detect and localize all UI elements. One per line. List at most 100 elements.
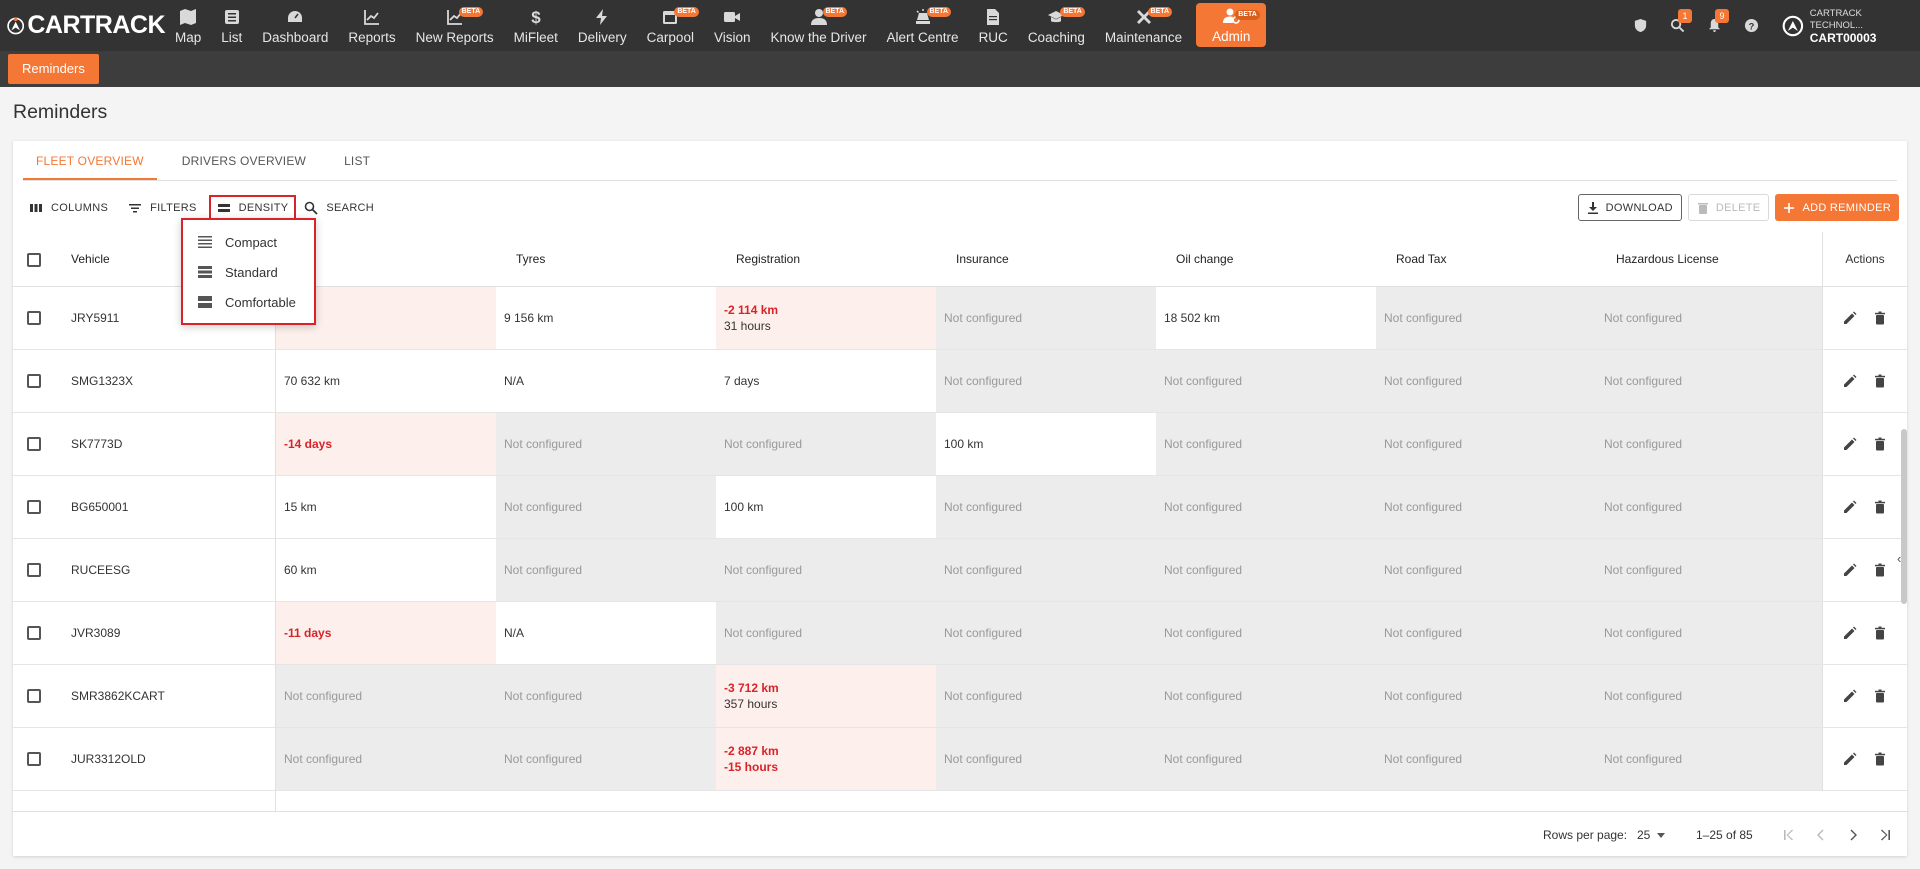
table-cell: Not configured — [496, 539, 716, 601]
trash-icon[interactable] — [1873, 311, 1887, 325]
shield-button[interactable] — [1622, 0, 1659, 51]
search-button[interactable]: SEARCH — [298, 197, 380, 219]
filters-button[interactable]: FILTERS — [122, 197, 203, 219]
cell-value: -2 887 km — [724, 744, 779, 758]
first-page-button[interactable] — [1773, 819, 1805, 851]
notifications-badge: 9 — [1715, 9, 1729, 23]
row-checkbox[interactable] — [27, 500, 41, 514]
download-button[interactable]: DOWNLOAD — [1577, 194, 1682, 221]
trash-icon[interactable] — [1873, 689, 1887, 703]
nav-item-mifleet[interactable]: $ MiFleet — [504, 0, 568, 51]
select-all-checkbox[interactable] — [27, 253, 41, 267]
column-header[interactable]: Oil change — [1168, 232, 1388, 287]
trash-icon[interactable] — [1873, 752, 1887, 766]
edit-icon[interactable] — [1843, 563, 1857, 577]
nav-item-list[interactable]: List — [211, 0, 252, 51]
prev-page-button[interactable] — [1805, 819, 1837, 851]
edit-icon[interactable] — [1843, 752, 1857, 766]
beta-badge: BETA — [1147, 7, 1173, 17]
search-badge: 1 — [1678, 9, 1692, 23]
account-menu[interactable]: CARTRACK TECHNOL... CART00003 — [1782, 8, 1900, 44]
trash-icon[interactable] — [1873, 626, 1887, 640]
column-header[interactable]: e↑ — [288, 232, 508, 287]
edit-icon[interactable] — [1843, 311, 1857, 325]
table-cell: Not configured — [496, 665, 716, 727]
row-checkbox[interactable] — [27, 752, 41, 766]
document-icon — [983, 7, 1003, 27]
density-option-standard[interactable]: Standard — [183, 257, 314, 287]
table-row[interactable]: RUCEESG 60 km Not configured Not configured… — [13, 539, 1907, 602]
edit-icon[interactable] — [1843, 437, 1857, 451]
trash-icon[interactable] — [1873, 437, 1887, 451]
nav-item-coaching[interactable]: Coaching BETA — [1018, 0, 1095, 51]
nav-item-know-the-driver[interactable]: Know the Driver BETA — [760, 0, 876, 51]
table-cell: Not configured — [496, 413, 716, 475]
edit-icon[interactable] — [1843, 689, 1857, 703]
column-header[interactable]: Insurance — [948, 232, 1168, 287]
nav-item-ruc[interactable]: RUC — [969, 0, 1018, 51]
nav-item-map[interactable]: Map — [165, 0, 211, 51]
table-cell: Not configured — [716, 539, 936, 601]
notifications-button[interactable]: 9 — [1696, 0, 1733, 51]
search-alert-button[interactable]: 1 — [1659, 0, 1696, 51]
trash-icon[interactable] — [1873, 563, 1887, 577]
row-checkbox[interactable] — [27, 689, 41, 703]
table-row[interactable]: SMG1323X 70 632 km N/A 7 days Not configured… — [13, 350, 1907, 413]
row-checkbox[interactable] — [27, 437, 41, 451]
cell-value: Not configured — [284, 752, 363, 766]
nav-item-admin[interactable]: Admin BETA — [1196, 3, 1267, 47]
cell-value: Not configured — [504, 437, 583, 451]
chevron-left-icon[interactable]: ‹ — [1897, 551, 1907, 569]
columns-button[interactable]: COLUMNS — [23, 197, 114, 219]
table-row[interactable]: SK7773D -14 days Not configured Not configu… — [13, 413, 1907, 476]
table-cell: -11 days — [276, 602, 496, 664]
row-checkbox[interactable] — [27, 563, 41, 577]
rows-per-page-select[interactable]: 25 — [1637, 812, 1668, 856]
column-header[interactable]: Tyres — [508, 232, 728, 287]
delete-button[interactable]: DELETE — [1687, 194, 1770, 221]
trash-icon[interactable] — [1873, 374, 1887, 388]
vehicle-cell: RUCEESG — [71, 563, 131, 577]
beta-badge: BETA — [1235, 10, 1260, 20]
edit-icon[interactable] — [1843, 626, 1857, 640]
nav-item-dashboard[interactable]: Dashboard — [252, 0, 338, 51]
next-page-button[interactable] — [1837, 819, 1869, 851]
nav-item-alert-centre[interactable]: Alert Centre BETA — [877, 0, 969, 51]
density-button[interactable]: DENSITY — [208, 195, 297, 221]
help-button[interactable]: ? — [1733, 0, 1770, 51]
nav-item-carpool[interactable]: Carpool BETA — [637, 0, 704, 51]
tab-list[interactable]: LIST — [331, 141, 383, 180]
edit-icon[interactable] — [1843, 500, 1857, 514]
table-row[interactable]: BG650001 15 km Not configured 100 km Not con… — [13, 476, 1907, 539]
table-cell: N/A — [496, 350, 716, 412]
cartrack-logo[interactable]: CARTRACK — [0, 0, 165, 51]
subtab-reminders[interactable]: Reminders — [8, 54, 99, 84]
nav-item-new-reports[interactable]: New Reports BETA — [406, 0, 504, 51]
search-label: SEARCH — [326, 202, 375, 214]
add-reminder-button[interactable]: ADD REMINDER — [1775, 194, 1899, 221]
row-checkbox[interactable] — [27, 626, 41, 640]
vertical-scrollbar[interactable] — [1901, 429, 1907, 604]
density-option-comfortable[interactable]: Comfortable — [183, 287, 314, 317]
nav-item-delivery[interactable]: Delivery — [568, 0, 637, 51]
table-row[interactable]: SMR3862KCART Not configured Not configured… — [13, 665, 1907, 728]
edit-icon[interactable] — [1843, 374, 1857, 388]
nav-item-reports[interactable]: Reports — [338, 0, 405, 51]
tab-fleet-overview[interactable]: FLEET OVERVIEW — [23, 141, 157, 180]
table-row[interactable]: JUR3312OLD Not configured Not configured -2… — [13, 728, 1907, 791]
column-header[interactable]: Registration — [728, 232, 948, 287]
nav-item-maintenance[interactable]: Maintenance BETA — [1095, 0, 1192, 51]
row-checkbox[interactable] — [27, 311, 41, 325]
row-checkbox[interactable] — [27, 374, 41, 388]
nav-item-label: Map — [175, 29, 202, 45]
table-row[interactable]: JVR3089 -11 days N/A Not configured Not conf… — [13, 602, 1907, 665]
nav-item-vision[interactable]: Vision — [704, 0, 761, 51]
last-page-button[interactable] — [1869, 819, 1901, 851]
tab-drivers-overview[interactable]: DRIVERS OVERVIEW — [169, 141, 319, 180]
columns-label: COLUMNS — [51, 202, 109, 214]
density-option-compact[interactable]: Compact — [183, 227, 314, 257]
trash-icon[interactable] — [1873, 500, 1887, 514]
column-header[interactable]: Road Tax — [1388, 232, 1608, 287]
table-cell: Not configured — [936, 539, 1156, 601]
column-header[interactable]: Hazardous License — [1608, 232, 1808, 287]
